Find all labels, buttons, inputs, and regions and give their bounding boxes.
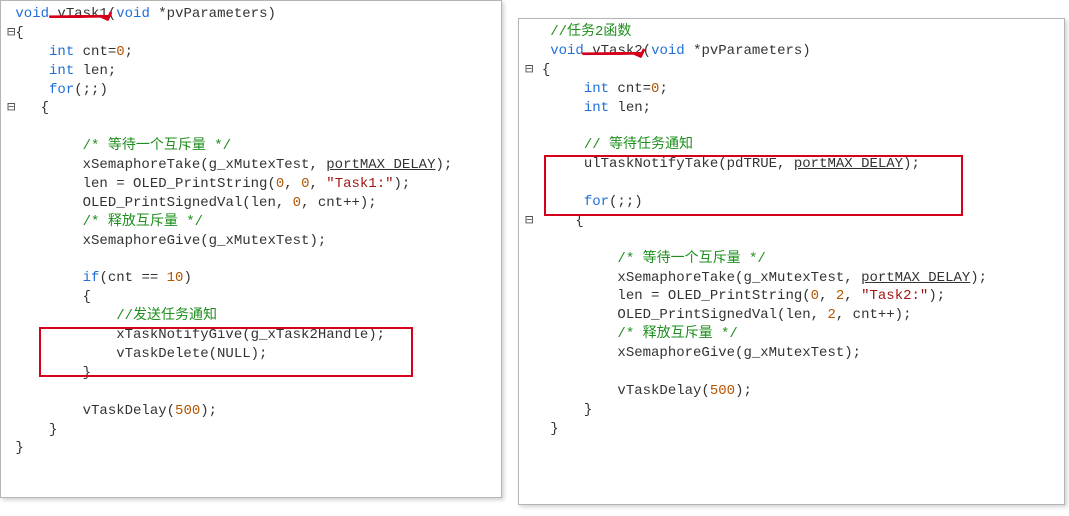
- code-printval: OLED_PrintSignedVal(len,: [617, 307, 827, 323]
- semi: ;: [659, 81, 667, 97]
- code-taskdelete: vTaskDelete(NULL);: [116, 346, 267, 362]
- comment-task2fn: //任务2函数: [550, 24, 631, 40]
- code-print: len = OLED_PrintString(: [83, 176, 276, 192]
- brace-open2: {: [575, 213, 583, 229]
- code-delay: vTaskDelay(: [83, 403, 175, 419]
- brace-close2: }: [584, 402, 592, 418]
- if-end: ): [183, 270, 191, 286]
- kw-void2: void: [116, 6, 150, 22]
- decl-len: len;: [74, 63, 116, 79]
- comment-wait-mutex: /* 等待一个互斥量 */: [83, 138, 231, 154]
- num: 500: [175, 403, 200, 419]
- str-task2: "Task2:": [861, 288, 928, 304]
- comment-wait-notify: // 等待任务通知: [584, 137, 693, 153]
- brace-open: {: [15, 25, 23, 41]
- end: );: [928, 288, 945, 304]
- num: 0: [276, 176, 284, 192]
- kw-int: int: [49, 44, 74, 60]
- comment-release-mutex: /* 释放互斥量 */: [617, 326, 737, 342]
- num-zero: 0: [116, 44, 124, 60]
- sig-rest: *pvParameters): [150, 6, 276, 22]
- sep: ,: [284, 176, 301, 192]
- end: );: [970, 270, 987, 286]
- kw-int: int: [584, 81, 609, 97]
- semi: ;: [125, 44, 133, 60]
- end: );: [200, 403, 217, 419]
- kw-int2: int: [584, 100, 609, 116]
- kw-int2: int: [49, 63, 74, 79]
- code-semagive: xSemaphoreGive(g_xMutexTest);: [617, 345, 861, 361]
- code-notifygive: xTaskNotifyGive(g_xTask2Handle);: [116, 327, 385, 343]
- end: , cnt++);: [836, 307, 912, 323]
- kw-void: void: [550, 43, 584, 59]
- comment-wait-mutex: /* 等待一个互斥量 */: [617, 251, 765, 267]
- brace-close: }: [15, 440, 23, 456]
- for-rest: (;;): [609, 194, 643, 210]
- brace-close: }: [550, 421, 558, 437]
- sep: ,: [309, 176, 326, 192]
- decl-cnt: cnt=: [609, 81, 651, 97]
- sig-rest: *pvParameters): [685, 43, 811, 59]
- kw-for: for: [49, 82, 74, 98]
- comment-release-mutex: /* 释放互斥量 */: [83, 214, 203, 230]
- code-sematake-end: );: [435, 157, 452, 173]
- num: 0: [293, 195, 301, 211]
- fn-name-task2: vTask2: [592, 43, 642, 59]
- num: 500: [710, 383, 735, 399]
- end: , cnt++);: [301, 195, 377, 211]
- comment-send-notify: //发送任务通知: [116, 308, 217, 324]
- fn-name-task1: vTask1: [57, 6, 107, 22]
- decl-len: len;: [609, 100, 651, 116]
- code-notifytake: ulTaskNotifyTake(pdTRUE,: [584, 156, 794, 172]
- kw-if: if: [83, 270, 100, 286]
- portmax: portMAX_DELAY: [861, 270, 970, 286]
- brace-open2: {: [41, 100, 49, 116]
- brace-close3: }: [83, 365, 91, 381]
- num: 0: [811, 288, 819, 304]
- code-block-task1: void vTask1(void *pvParameters) ⊟ { int …: [7, 5, 495, 458]
- kw-for: for: [584, 194, 609, 210]
- str-task1: "Task1:": [326, 176, 393, 192]
- sep: ,: [844, 288, 861, 304]
- if-rest: (cnt ==: [99, 270, 166, 286]
- brace-open3: {: [83, 289, 91, 305]
- portmax: portMAX_DELAY: [794, 156, 903, 172]
- code-printval: OLED_PrintSignedVal(len,: [83, 195, 293, 211]
- end: );: [394, 176, 411, 192]
- code-print: len = OLED_PrintString(: [617, 288, 810, 304]
- num: 2: [827, 307, 835, 323]
- brace-open: {: [542, 62, 550, 78]
- code-sematake: xSemaphoreTake(g_xMutexTest,: [83, 157, 327, 173]
- sep: ,: [819, 288, 836, 304]
- code-delay: vTaskDelay(: [617, 383, 709, 399]
- portmax: portMAX_DELAY: [326, 157, 435, 173]
- for-rest: (;;): [74, 82, 108, 98]
- code-block-task2: //任务2函数 void vTask2(void *pvParameters) …: [525, 23, 1058, 439]
- end: );: [735, 383, 752, 399]
- kw-void2: void: [651, 43, 685, 59]
- code-semagive: xSemaphoreGive(g_xMutexTest);: [83, 233, 327, 249]
- end: );: [903, 156, 920, 172]
- decl-cnt: cnt=: [74, 44, 116, 60]
- num-ten: 10: [167, 270, 184, 286]
- kw-void: void: [15, 6, 49, 22]
- brace-close2: }: [49, 422, 57, 438]
- code-pane-task2: //任务2函数 void vTask2(void *pvParameters) …: [518, 18, 1065, 505]
- code-sematake: xSemaphoreTake(g_xMutexTest,: [617, 270, 861, 286]
- code-pane-task1: void vTask1(void *pvParameters) ⊟ { int …: [0, 0, 502, 498]
